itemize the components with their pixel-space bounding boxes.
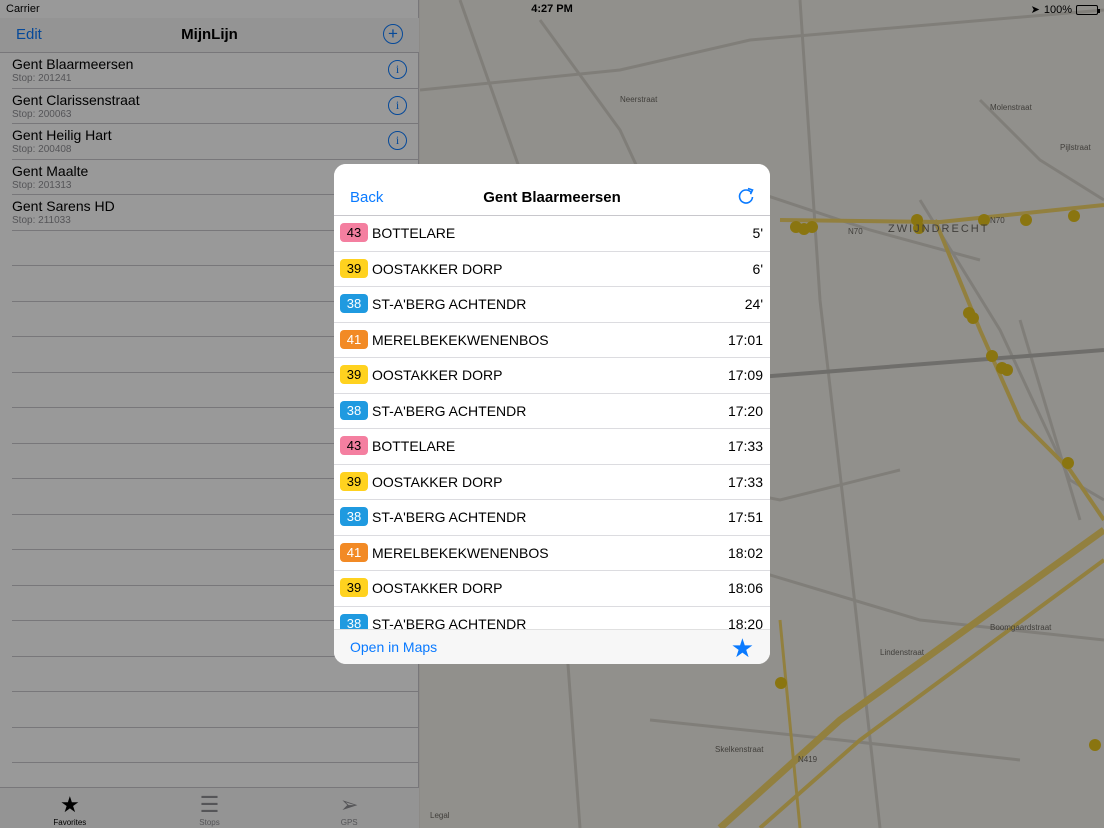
line-badge: 41 [340, 329, 368, 349]
departure-time: 5' [752, 225, 763, 241]
destination: ST-A'BERG ACHTENDR [372, 402, 527, 419]
departure-time: 17:09 [727, 367, 763, 383]
modal-footer: Open in Maps ★ [334, 629, 770, 664]
departure-time: 18:02 [727, 544, 763, 561]
departure-row[interactable]: 38 ST-A'BERG ACHTENDR 18:20 [334, 607, 770, 631]
destination: MERELBEKEKWENENBOS [372, 544, 549, 561]
departure-time: 18:20 [727, 615, 763, 631]
clock: 4:27 PM [531, 3, 573, 15]
departure-time: 24' [744, 296, 763, 312]
destination: OOSTAKKER DORP [372, 580, 503, 596]
departure-time: 17:01 [727, 331, 763, 348]
departure-time: 17:51 [727, 509, 763, 525]
departure-row[interactable]: 38 ST-A'BERG ACHTENDR 24' [334, 287, 770, 323]
destination: MERELBEKEKWENENBOS [372, 331, 549, 348]
line-badge: 39 [340, 258, 368, 278]
line-badge: 38 [340, 613, 368, 630]
line-badge: 39 [340, 365, 368, 384]
destination: OOSTAKKER DORP [372, 367, 503, 383]
modal-header: Back Gent Blaarmeersen [334, 164, 770, 216]
destination: ST-A'BERG ACHTENDR [372, 296, 527, 312]
destination: ST-A'BERG ACHTENDR [372, 615, 527, 631]
battery-icon [1076, 4, 1100, 15]
departure-row[interactable]: 38 ST-A'BERG ACHTENDR 17:51 [334, 500, 770, 536]
status-right: ➤ 100% [1030, 3, 1100, 16]
departure-row[interactable]: 41 MERELBEKEKWENENBOS 17:01 [334, 323, 770, 358]
battery-percent: 100% [1043, 3, 1072, 16]
departure-time: 17:20 [727, 402, 763, 419]
departures-modal: Back Gent Blaarmeersen 43 BOTTELARE 5' 39 OO… [334, 164, 770, 664]
departure-time: 17:33 [727, 473, 763, 490]
departure-row[interactable]: 38 ST-A'BERG ACHTENDR 17:20 [334, 394, 770, 429]
favorite-star-icon[interactable]: ★ [731, 633, 754, 664]
departure-time: 17:33 [727, 438, 763, 454]
departure-row[interactable]: 43 BOTTELARE 17:33 [334, 429, 770, 465]
modal-title: Gent Blaarmeersen [483, 189, 621, 206]
destination: ST-A'BERG ACHTENDR [372, 509, 527, 525]
departure-row[interactable]: 39 OOSTAKKER DORP 17:09 [334, 358, 770, 394]
departure-row[interactable]: 39 OOSTAKKER DORP 18:06 [334, 571, 770, 607]
destination: BOTTELARE [372, 225, 456, 241]
departure-row[interactable]: 41 MERELBEKEKWENENBOS 18:02 [334, 536, 770, 571]
line-badge: 43 [340, 223, 368, 242]
departure-row[interactable]: 39 OOSTAKKER DORP 6' [334, 252, 770, 287]
departure-row[interactable]: 43 BOTTELARE 5' [334, 216, 770, 252]
line-badge: 39 [340, 471, 368, 491]
line-badge: 38 [340, 294, 368, 313]
destination: OOSTAKKER DORP [372, 260, 503, 277]
line-badge: 39 [340, 578, 368, 597]
destination: OOSTAKKER DORP [372, 473, 503, 490]
departure-time: 6' [752, 260, 763, 277]
line-badge: 38 [340, 400, 368, 420]
line-badge: 41 [340, 542, 368, 562]
refresh-icon[interactable] [736, 186, 756, 206]
departure-row[interactable]: 39 OOSTAKKER DORP 17:33 [334, 465, 770, 500]
departure-time: 18:06 [727, 580, 763, 596]
line-badge: 43 [340, 436, 368, 455]
departures-list[interactable]: 43 BOTTELARE 5' 39 OOSTAKKER DORP 6' 38 ST-A'BE… [334, 216, 770, 630]
line-badge: 38 [340, 507, 368, 526]
status-bar: Carrier 4:27 PM ➤ 100% [0, 0, 1104, 18]
location-icon: ➤ [1030, 4, 1040, 16]
open-in-maps-button[interactable]: Open in Maps [350, 639, 437, 655]
destination: BOTTELARE [372, 438, 456, 454]
